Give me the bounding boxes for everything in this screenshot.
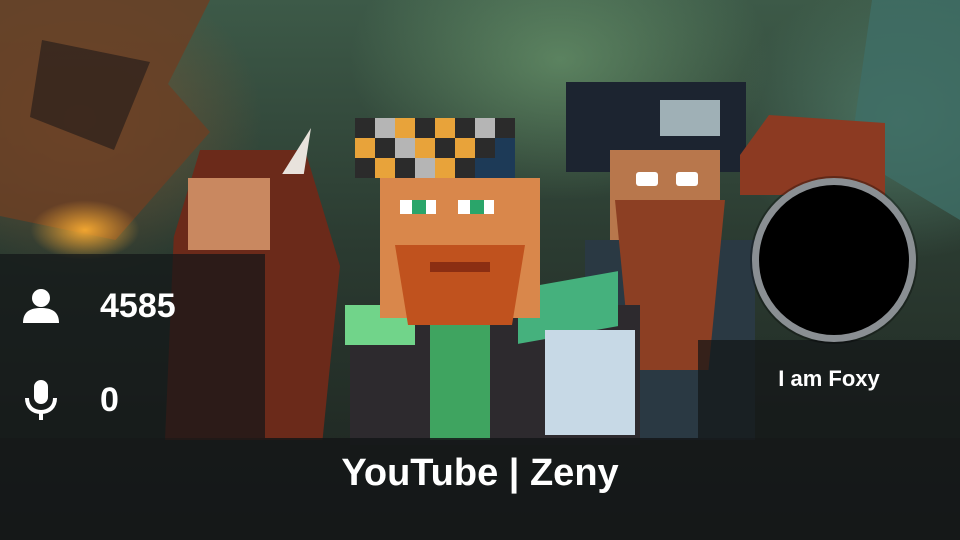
character-steve-shirt (430, 325, 490, 440)
speaker-count-value: 0 (100, 380, 119, 419)
speaker-count: 0 (22, 380, 119, 420)
character-steve-eye (458, 200, 494, 214)
person-icon (22, 286, 60, 326)
character-steve-hat (355, 100, 515, 196)
character-pirate-eye (636, 172, 658, 186)
viewer-count: 4585 (22, 286, 176, 326)
viewer-count-value: 4585 (100, 286, 176, 325)
channel-title: YouTube | Zeny (341, 452, 619, 494)
character-pirate-hat-band (660, 100, 720, 136)
character-girl-face (188, 178, 270, 250)
character-pirate-eye (676, 172, 698, 186)
character-steve-eye (400, 200, 436, 214)
microphone-icon (22, 380, 60, 420)
character-steve-beard (395, 245, 525, 325)
avatar (752, 178, 916, 342)
background-glow (30, 200, 140, 260)
profile-name: I am Foxy (778, 366, 880, 391)
character-steve-arm (545, 330, 635, 435)
character-steve-mouth (430, 262, 490, 272)
